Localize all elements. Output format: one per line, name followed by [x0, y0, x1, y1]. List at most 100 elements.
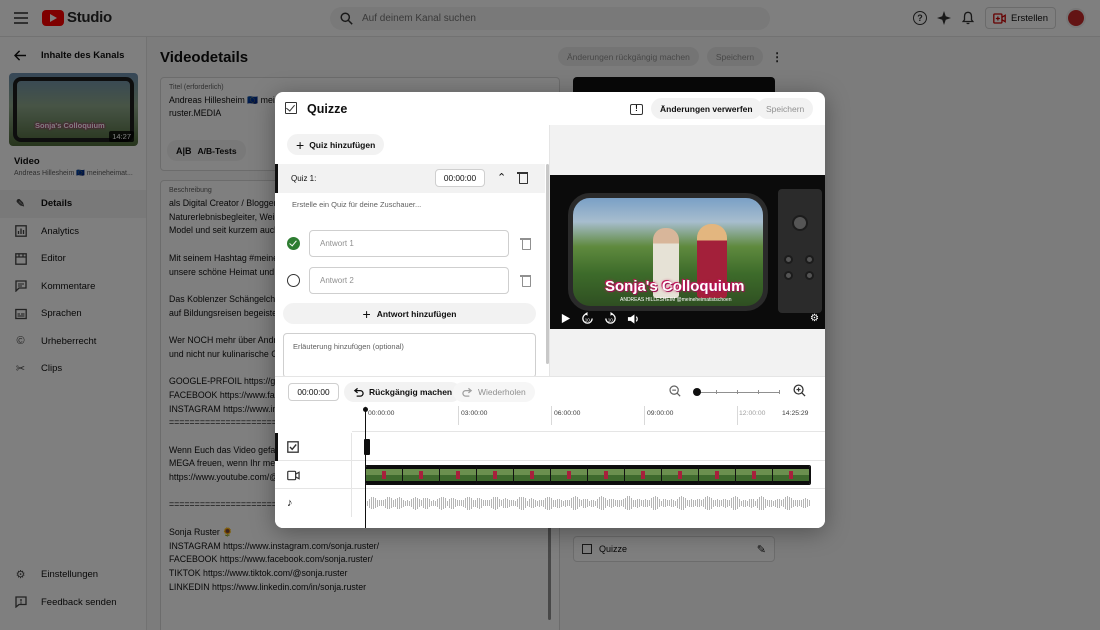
waveform-bar [489, 500, 490, 506]
waveform-bar [715, 500, 716, 506]
waveform-bar [661, 500, 662, 506]
waveform-bar [481, 498, 482, 508]
waveform-bar [575, 496, 576, 510]
ruler-label: 03:00:00 [461, 410, 488, 417]
waveform-bar [631, 497, 632, 509]
video-track[interactable] [275, 461, 825, 489]
delete-quiz-icon[interactable] [517, 171, 528, 184]
waveform-bar [735, 496, 736, 510]
volume-icon[interactable] [627, 313, 640, 325]
waveform-bar [527, 500, 528, 506]
editor-scrollbar[interactable] [546, 164, 549, 364]
delete-answer-2-icon[interactable] [520, 274, 531, 287]
zoom-slider-handle[interactable] [693, 388, 701, 396]
waveform-bar [447, 500, 448, 506]
delete-answer-1-icon[interactable] [520, 237, 531, 250]
waveform-bar [613, 499, 614, 507]
waveform-bar [677, 498, 678, 508]
svg-text:10: 10 [585, 317, 591, 322]
zoom-in-icon[interactable] [793, 384, 806, 397]
video-frame [514, 466, 551, 484]
forward-10-icon[interactable]: 10 [604, 312, 617, 325]
waveform-bar [409, 500, 410, 506]
discard-changes-button[interactable]: Änderungen verwerfen [651, 98, 762, 119]
waveform-bar [583, 498, 584, 508]
question-input[interactable]: Erstelle ein Quiz für deine Zuschauer... [292, 200, 421, 209]
waveform-bar [707, 496, 708, 510]
waveform-bar [781, 500, 782, 506]
video-frame [662, 466, 699, 484]
waveform-bar [457, 500, 458, 506]
quiz-row[interactable]: Quiz 1: 00:00:00 ⌃ [275, 164, 545, 193]
waveform-bar [733, 496, 734, 510]
play-icon[interactable] [560, 313, 571, 324]
ruler-label: 09:00:00 [647, 410, 674, 417]
waveform-bar [695, 500, 696, 506]
correct-answer-check-icon[interactable] [287, 237, 300, 250]
waveform-bar [461, 500, 462, 506]
waveform-bar [647, 499, 648, 507]
answer-2-radio[interactable] [287, 274, 300, 287]
video-frame [477, 466, 514, 484]
chevron-up-icon[interactable]: ⌃ [497, 171, 506, 184]
video-frames-strip[interactable] [365, 465, 811, 485]
audio-waveform[interactable] [367, 495, 811, 511]
answer-2-field[interactable]: Antwort 2 [309, 267, 509, 294]
playhead[interactable] [363, 407, 368, 528]
waveform-bar [551, 497, 552, 509]
quiz-time-input[interactable]: 00:00:00 [435, 169, 485, 187]
timeline-ruler[interactable]: 00:00:00 03:00:00 06:00:00 09:00:00 12:0… [352, 405, 825, 432]
answer-1-field[interactable]: Antwort 1 [309, 230, 509, 257]
waveform-bar [543, 499, 544, 507]
rewind-10-icon[interactable]: 10 [581, 312, 594, 325]
undo-button[interactable]: Rückgängig machen [344, 382, 462, 402]
audio-track[interactable]: ♪ [275, 489, 825, 517]
waveform-bar [623, 499, 624, 507]
quiz-track[interactable] [275, 433, 825, 461]
waveform-bar [775, 499, 776, 507]
waveform-bar [451, 497, 452, 509]
waveform-bar [669, 500, 670, 506]
gear-icon[interactable]: ⚙ [810, 313, 819, 324]
waveform-bar [689, 499, 690, 507]
ruler-end-label: 14:25:29 [782, 410, 809, 417]
waveform-bar [629, 496, 630, 510]
tv-control-panel [778, 189, 822, 313]
waveform-bar [637, 498, 638, 508]
waveform-bar [603, 496, 604, 510]
waveform-bar [711, 497, 712, 509]
waveform-bar [675, 500, 676, 506]
waveform-bar [479, 497, 480, 509]
redo-button[interactable]: Wiederholen [453, 382, 535, 402]
waveform-bar [727, 499, 728, 507]
dialog-save-button[interactable]: Speichern [757, 98, 814, 119]
waveform-bar [557, 498, 558, 508]
waveform-bar [595, 500, 596, 506]
waveform-bar [579, 499, 580, 507]
waveform-bar [497, 497, 498, 509]
waveform-bar [499, 499, 500, 507]
waveform-bar [685, 498, 686, 508]
waveform-bar [421, 500, 422, 506]
video-frame [403, 466, 440, 484]
zoom-out-icon[interactable] [669, 385, 681, 397]
waveform-bar [547, 496, 548, 510]
feedback-icon[interactable]: ! [630, 104, 643, 115]
zoom-slider-track[interactable] [696, 392, 780, 393]
dialog-title: Quizze [307, 102, 348, 116]
waveform-bar [627, 496, 628, 510]
waveform-bar [797, 499, 798, 507]
waveform-bar [377, 499, 378, 507]
video-overlay-title: Sonja's Colloquium [605, 278, 745, 295]
explanation-field[interactable]: Erläuterung hinzufügen (optional) [283, 333, 536, 378]
waveform-bar [697, 499, 698, 507]
waveform-bar [555, 499, 556, 507]
waveform-bar [641, 500, 642, 506]
timeline-time-input[interactable]: 00:00:00 [288, 383, 339, 401]
add-answer-button[interactable]: + Antwort hinzufügen [283, 303, 536, 324]
video-frame [625, 466, 662, 484]
quiz-checkbox-icon [285, 102, 297, 114]
add-quiz-button[interactable]: + Quiz hinzufügen [287, 134, 385, 155]
waveform-bar [589, 500, 590, 506]
video-player[interactable]: Sonja's Colloquium ANDREAS HILLESHEIM @m… [550, 175, 825, 329]
